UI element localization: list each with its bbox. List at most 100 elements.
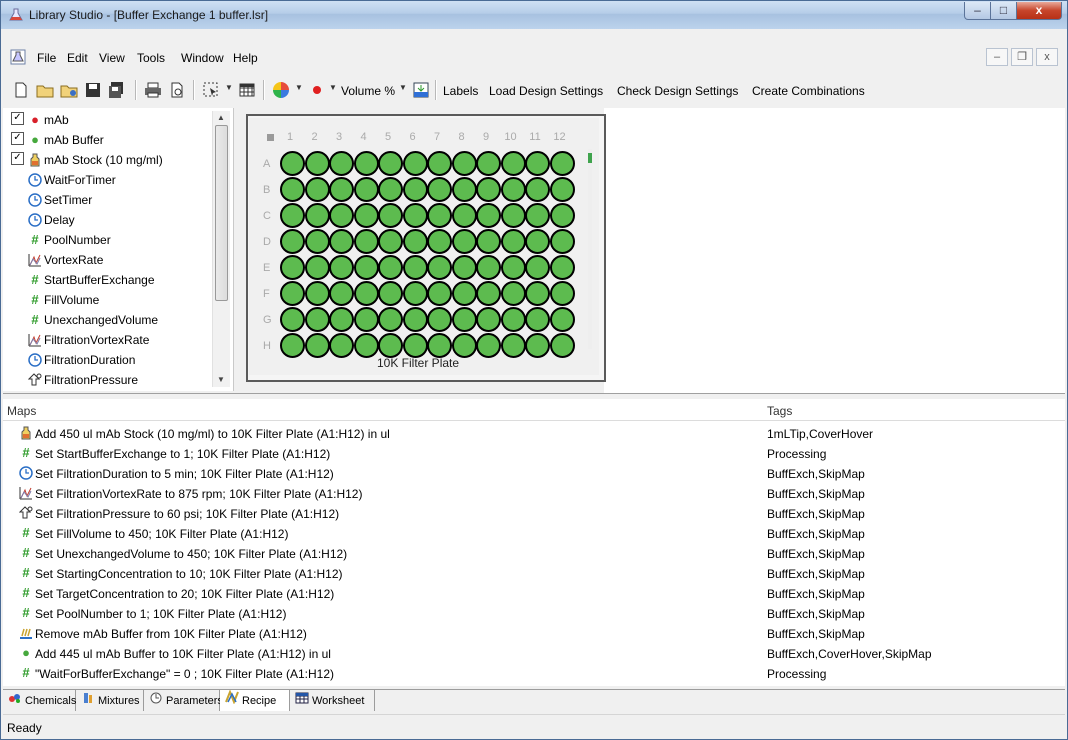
maximize-button[interactable]: □	[990, 2, 1017, 20]
scroll-up-arrow-icon[interactable]: ▲	[217, 113, 225, 122]
plate-well[interactable]	[427, 177, 452, 202]
scroll-down-arrow-icon[interactable]: ▼	[217, 375, 225, 384]
plate-well[interactable]	[549, 203, 575, 228]
plate-column-label[interactable]: 2	[305, 131, 325, 143]
plate-well[interactable]	[525, 307, 550, 332]
chemical-list-item[interactable]: # UnexchangedVolume	[11, 312, 158, 332]
plate-well[interactable]	[353, 229, 379, 254]
check-design-settings-button[interactable]: Check Design Settings	[617, 84, 738, 98]
menu-file[interactable]: File	[37, 51, 56, 65]
plate-well[interactable]	[476, 333, 501, 358]
plate-well[interactable]	[378, 281, 403, 306]
load-design-settings-button[interactable]: Load Design Settings	[489, 84, 603, 98]
tab-chemicals[interactable]: Chemicals	[3, 690, 76, 711]
plate-well[interactable]	[402, 203, 428, 228]
plate-well[interactable]	[304, 151, 330, 176]
menu-view[interactable]: View	[99, 51, 125, 65]
plate-well[interactable]	[329, 203, 354, 228]
plate-well[interactable]	[280, 229, 305, 254]
chemical-list-item[interactable]: # StartBufferExchange	[11, 272, 154, 292]
map-row[interactable]: Remove mAb Buffer from 10K Filter Plate …	[3, 624, 1065, 644]
item-checkbox[interactable]: ✓	[11, 132, 24, 146]
plate-well[interactable]	[329, 307, 354, 332]
plate-well[interactable]	[378, 229, 403, 254]
item-checkbox[interactable]: ✓	[11, 152, 24, 166]
plate-well[interactable]	[451, 229, 477, 254]
plate-well[interactable]	[525, 151, 550, 176]
map-row[interactable]: Set FiltrationDuration to 5 min; 10K Fil…	[3, 464, 1065, 484]
plate-well[interactable]	[476, 151, 501, 176]
plate-well[interactable]	[427, 229, 452, 254]
red-marker-icon[interactable]	[307, 80, 327, 100]
plate-well[interactable]	[378, 203, 403, 228]
maps-column-header[interactable]: Maps	[7, 404, 36, 418]
plate-well[interactable]	[304, 307, 330, 332]
plate-row-label[interactable]: D	[263, 236, 271, 248]
menu-edit[interactable]: Edit	[67, 51, 88, 65]
plate-row-label[interactable]: H	[263, 340, 271, 352]
map-row[interactable]: Set FiltrationPressure to 60 psi; 10K Fi…	[3, 504, 1065, 524]
plate-select-all-corner[interactable]	[267, 134, 274, 141]
plate-well[interactable]	[500, 307, 526, 332]
scrollbar-thumb[interactable]	[215, 125, 228, 301]
plate-well[interactable]	[549, 307, 575, 332]
volume-dropdown-arrow-icon[interactable]: ▼	[399, 83, 407, 92]
plate-column-label[interactable]: 9	[476, 131, 496, 143]
plate-well[interactable]	[329, 177, 354, 202]
plate-well[interactable]	[451, 203, 477, 228]
plate-well[interactable]	[476, 255, 501, 280]
chemical-list-item[interactable]: ✓ ● mAb	[11, 112, 69, 132]
map-row[interactable]: ● Add 445 ul mAb Buffer to 10K Filter Pla…	[3, 644, 1065, 664]
plate-well[interactable]	[549, 281, 575, 306]
plate-well[interactable]	[525, 281, 550, 306]
plate-well[interactable]	[378, 151, 403, 176]
plate-column-label[interactable]: 12	[550, 131, 570, 143]
plate-well[interactable]	[353, 255, 379, 280]
plate-well[interactable]	[280, 281, 305, 306]
plate-well[interactable]	[549, 229, 575, 254]
plate-well[interactable]	[304, 177, 330, 202]
plate-well[interactable]	[427, 281, 452, 306]
plate-well[interactable]	[500, 151, 526, 176]
plate-well[interactable]	[500, 229, 526, 254]
tags-column-header[interactable]: Tags	[767, 404, 792, 418]
plate-well[interactable]	[427, 255, 452, 280]
plate-well[interactable]	[353, 151, 379, 176]
plate-well[interactable]	[549, 177, 575, 202]
menu-help[interactable]: Help	[233, 51, 258, 65]
plate-well[interactable]	[402, 333, 428, 358]
open-folder-icon[interactable]	[35, 80, 55, 100]
tab-recipe[interactable]: Recipe	[220, 689, 290, 711]
plate-well[interactable]	[280, 255, 305, 280]
color-dropdown-arrow-icon[interactable]: ▼	[295, 83, 303, 92]
plate-well[interactable]	[304, 255, 330, 280]
plate-well[interactable]	[427, 203, 452, 228]
plate-well[interactable]	[427, 333, 452, 358]
plate-well[interactable]	[304, 281, 330, 306]
plate-column-label[interactable]: 10	[501, 131, 521, 143]
chemical-list-item[interactable]: WaitForTimer	[11, 172, 116, 192]
plate-column-label[interactable]: 6	[403, 131, 423, 143]
plate-well[interactable]	[402, 255, 428, 280]
plate-well[interactable]	[329, 255, 354, 280]
plate-well[interactable]	[500, 255, 526, 280]
tab-parameters[interactable]: Parameters	[144, 690, 223, 711]
plate-well[interactable]	[280, 177, 305, 202]
plate-well[interactable]	[280, 203, 305, 228]
plate-well[interactable]	[329, 281, 354, 306]
plate-well[interactable]	[402, 281, 428, 306]
plate-well[interactable]	[476, 307, 501, 332]
plate-well[interactable]	[280, 333, 305, 358]
color-wheel-icon[interactable]	[271, 80, 291, 100]
plate-well[interactable]	[353, 177, 379, 202]
plate-column-label[interactable]: 4	[354, 131, 374, 143]
menu-window[interactable]: Window	[181, 51, 224, 65]
create-combinations-button[interactable]: Create Combinations	[752, 84, 865, 98]
plate-row-label[interactable]: B	[263, 184, 270, 196]
mdi-minimize-button[interactable]: –	[986, 48, 1008, 66]
plate-column-label[interactable]: 11	[525, 131, 545, 143]
labels-button[interactable]: Labels	[443, 84, 478, 98]
map-row[interactable]: # Set PoolNumber to 1; 10K Filter Plate (…	[3, 604, 1065, 624]
plate-well[interactable]	[329, 229, 354, 254]
map-row[interactable]: Add 450 ul mAb Stock (10 mg/ml) to 10K F…	[3, 424, 1065, 444]
